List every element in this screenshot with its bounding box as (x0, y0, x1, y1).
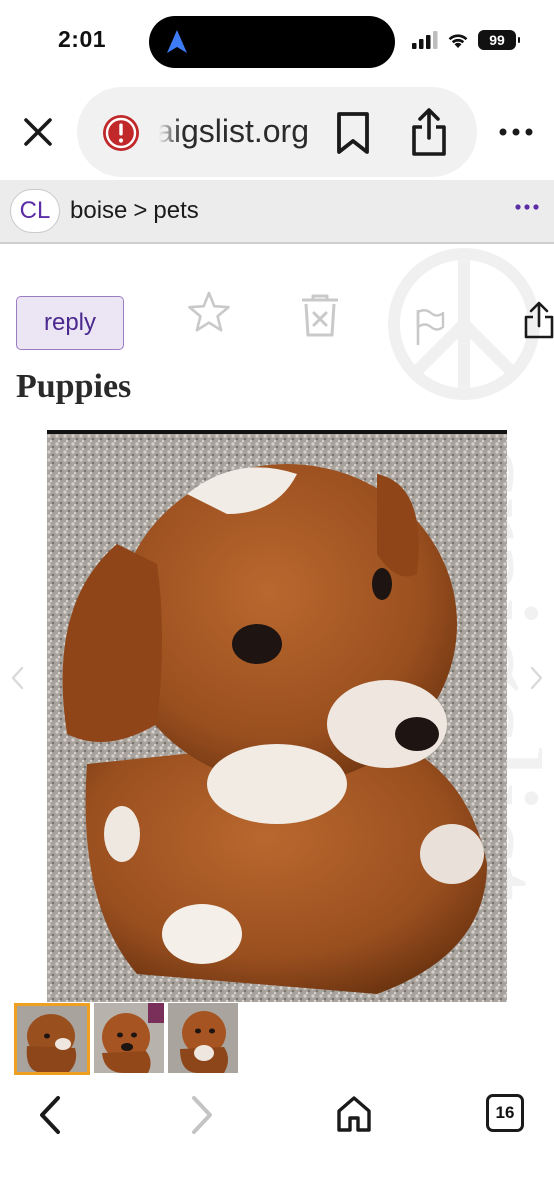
wifi-icon (448, 34, 468, 48)
flag-icon[interactable] (414, 308, 446, 346)
address-bar[interactable]: craigslist.org (77, 87, 477, 177)
status-bar: 2:01 99 (0, 0, 554, 84)
thumbnail-1[interactable] (14, 1003, 90, 1075)
puppy-photo (47, 434, 507, 1002)
forward-arrow-icon[interactable] (186, 1094, 218, 1136)
back-arrow-icon[interactable] (34, 1094, 66, 1136)
cellular-signal-icon (412, 31, 438, 49)
thumbnail-3[interactable] (168, 1003, 238, 1073)
thumbnail-3-image (168, 1003, 238, 1073)
dynamic-island (149, 16, 395, 68)
header-menu-icon[interactable] (514, 200, 540, 214)
close-icon[interactable] (20, 114, 56, 150)
thumbnail-1-image (17, 1006, 87, 1072)
security-warning-icon[interactable] (101, 113, 141, 153)
location-arrow-icon (167, 30, 187, 53)
url-value: craigslist.org (159, 113, 309, 149)
craigslist-logo[interactable]: CL (10, 189, 60, 233)
battery-indicator: 99 (478, 30, 520, 50)
gallery-previous-icon[interactable] (8, 664, 28, 692)
browser-bottom-bar: 16 (0, 1076, 554, 1200)
more-options-icon[interactable] (496, 120, 536, 144)
breadcrumb-city[interactable]: boise (70, 197, 127, 225)
gallery-thumbnails (14, 1003, 238, 1075)
breadcrumb-category[interactable]: pets (153, 197, 198, 225)
favorite-star-icon[interactable] (187, 290, 231, 334)
browser-toolbar: craigslist.org (0, 84, 554, 180)
breadcrumb-separator: > (133, 197, 148, 224)
thumbnail-2[interactable] (94, 1003, 164, 1073)
share-icon[interactable] (409, 107, 449, 157)
site-header: CL boise > pets (0, 180, 554, 244)
hide-trash-icon[interactable] (298, 292, 342, 338)
peace-watermark-icon (388, 248, 540, 400)
status-time: 2:01 (58, 26, 107, 52)
status-icons: 99 (412, 29, 520, 51)
gallery-next-icon[interactable] (526, 664, 546, 692)
reply-button[interactable]: reply (16, 296, 124, 350)
post-share-icon[interactable] (522, 300, 554, 340)
home-icon[interactable] (334, 1094, 374, 1134)
breadcrumb: boise > pets (70, 197, 199, 225)
bookmark-icon[interactable] (333, 111, 373, 155)
gallery-main-image[interactable] (47, 430, 507, 1002)
thumbnail-2-image (94, 1003, 164, 1073)
url-text[interactable]: craigslist.org (159, 113, 309, 150)
post-title: Puppies (16, 368, 132, 405)
tab-switcher-button[interactable]: 16 (486, 1094, 524, 1132)
